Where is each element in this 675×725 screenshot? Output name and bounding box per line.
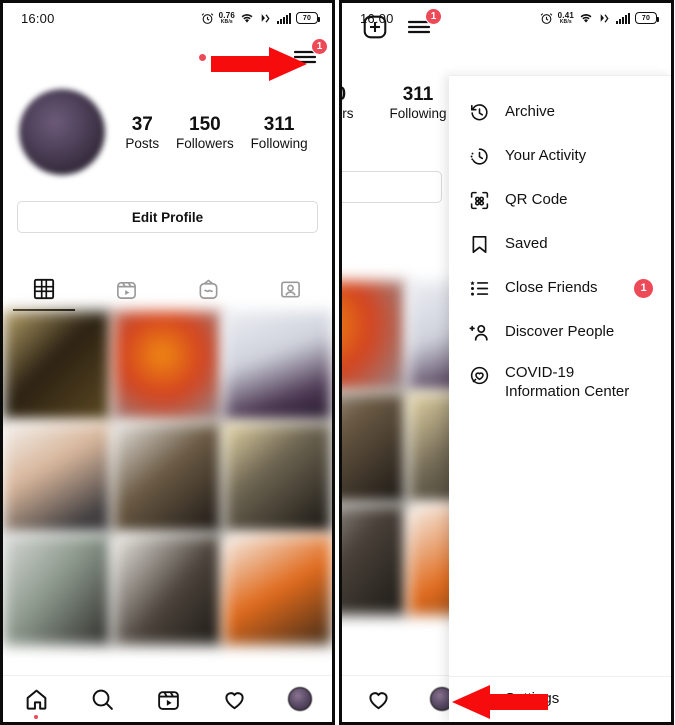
tab-tagged[interactable] <box>250 267 332 311</box>
close-friends-badge: 1 <box>634 278 653 298</box>
drawer-menu-list: Archive Your Activity QR Code Saved Clos… <box>449 76 671 676</box>
nfc-icon <box>259 12 272 25</box>
menu-item-label: Close Friends <box>505 278 598 296</box>
menu-item-close-friends[interactable]: Close Friends 1 <box>449 266 671 310</box>
grid-photo[interactable] <box>223 311 332 421</box>
stat-following[interactable]: 311 Following <box>251 113 308 152</box>
nav-search[interactable] <box>90 687 115 712</box>
profile-avatar[interactable] <box>19 89 105 175</box>
notification-dot <box>199 53 206 61</box>
nav-home[interactable] <box>24 687 49 719</box>
add-person-icon <box>467 322 491 343</box>
stat-posts[interactable]: 37 Posts <box>125 113 159 152</box>
left-phone-screen: 16:00 0.76 KB/s 70 1 37 Posts 150 Follow… <box>0 0 335 725</box>
tab-reels[interactable] <box>85 267 167 311</box>
menu-item-label: Discover People <box>505 322 615 340</box>
bookmark-icon <box>467 234 491 255</box>
menu-item-label: Saved <box>505 234 548 252</box>
menu-item-covid-info-center[interactable]: COVID-19 Information Center <box>449 354 671 412</box>
profile-header-left: 37 Posts 150 Followers 311 Following <box>3 81 332 175</box>
menu-item-your-activity[interactable]: Your Activity <box>449 134 671 178</box>
close-friends-list-icon <box>467 278 491 299</box>
hamburger-menu-button[interactable]: 1 <box>406 8 442 37</box>
nav-activity[interactable] <box>346 687 410 712</box>
edit-profile-button-clipped[interactable] <box>342 171 442 203</box>
tab-grid[interactable] <box>3 267 85 311</box>
hamburger-badge: 1 <box>311 38 328 55</box>
qr-code-icon <box>467 190 491 211</box>
grid-photo[interactable] <box>342 281 406 391</box>
tab-igtv[interactable] <box>168 267 250 311</box>
menu-item-qr-code[interactable]: QR Code <box>449 178 671 222</box>
right-phone-screen: 16:00 0.41 KB/s 70 1 rs 311 Following Ar… <box>339 0 674 725</box>
nav-profile[interactable] <box>287 687 312 711</box>
activity-clock-icon <box>467 146 491 167</box>
menu-item-archive[interactable]: Archive <box>449 90 671 134</box>
archive-clock-icon <box>467 102 491 123</box>
nav-home-dot <box>34 714 38 719</box>
status-time: 16:00 <box>21 10 55 26</box>
screenshot-root: 16:00 0.76 KB/s 70 1 37 Posts 150 Follow… <box>0 0 675 725</box>
red-arrow-to-hamburger <box>211 47 307 81</box>
status-bar-left: 16:00 0.76 KB/s 70 <box>3 3 332 33</box>
grid-photo[interactable] <box>342 393 406 503</box>
wifi-icon <box>240 12 254 24</box>
stat-followers[interactable]: 150 Followers <box>176 113 234 152</box>
grid-photo[interactable] <box>3 423 112 533</box>
grid-photo[interactable] <box>113 311 222 421</box>
grid-photo[interactable] <box>3 311 112 421</box>
nav-reels[interactable] <box>156 687 181 712</box>
stat-following[interactable]: 311 Following <box>390 83 447 122</box>
add-post-button[interactable] <box>362 14 388 40</box>
edit-profile-button[interactable]: Edit Profile <box>17 201 318 233</box>
hamburger-badge: 1 <box>425 8 442 25</box>
grid-photo[interactable] <box>113 535 222 645</box>
grid-photo[interactable] <box>223 535 332 645</box>
photo-grid-left <box>3 311 332 645</box>
alarm-icon <box>201 12 214 25</box>
menu-item-label: Archive <box>505 102 556 120</box>
covid-heart-icon <box>467 365 491 386</box>
network-speed-indicator: 0.76 KB/s <box>218 10 235 25</box>
profile-tabs-left <box>3 267 332 311</box>
tab-igtv[interactable] <box>342 237 445 281</box>
grid-photo[interactable] <box>113 423 222 533</box>
grid-photo[interactable] <box>342 505 406 615</box>
avatar-icon <box>287 687 312 711</box>
stat-followers-clipped[interactable]: 0 vers <box>342 83 354 122</box>
bottom-nav-left <box>3 675 332 722</box>
menu-item-label: QR Code <box>505 190 568 208</box>
menu-item-saved[interactable]: Saved <box>449 222 671 266</box>
menu-item-label: Your Activity <box>505 146 587 164</box>
signal-icon <box>277 12 291 24</box>
profile-stats: 37 Posts 150 Followers 311 Following <box>105 113 316 152</box>
red-arrow-to-settings <box>452 685 548 719</box>
grid-photo[interactable] <box>3 535 112 645</box>
menu-item-discover-people[interactable]: Discover People <box>449 310 671 354</box>
grid-photo[interactable] <box>223 423 332 533</box>
app-header-right: 1 <box>342 3 671 51</box>
battery-icon: 70 <box>296 12 320 24</box>
nav-activity[interactable] <box>222 687 247 712</box>
menu-item-label: COVID-19 Information Center <box>505 364 630 400</box>
side-menu-drawer: Archive Your Activity QR Code Saved Clos… <box>449 75 671 722</box>
